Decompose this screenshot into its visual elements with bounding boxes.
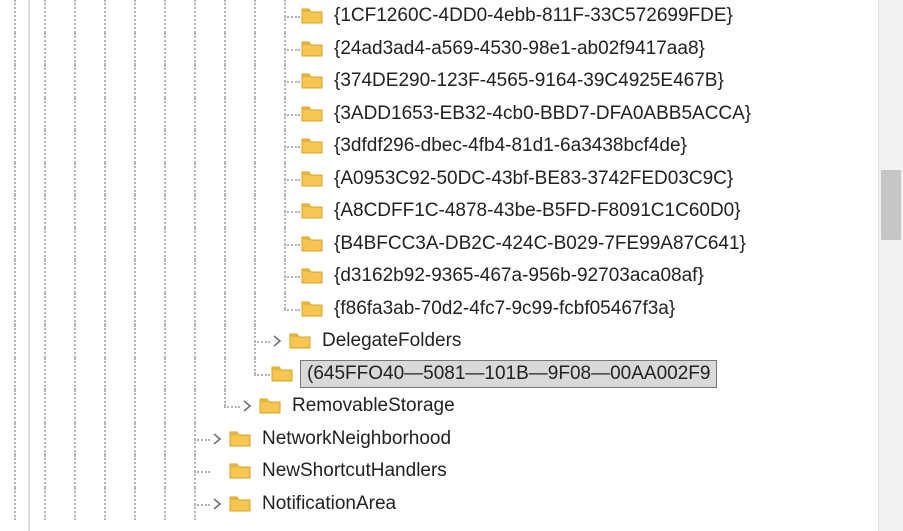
tree-row[interactable]: {B4BFCC3A-DB2C-424C-B029-7FE99A87C641} (0, 228, 873, 261)
chevron-right-icon[interactable] (238, 390, 256, 423)
tree-label: {3ADD1653-EB32-4cb0-BBD7-DFA0ABB5ACCA} (334, 103, 751, 125)
tree-row-notificationarea[interactable]: NotificationArea (0, 488, 873, 521)
tree-label: RemovableStorage (292, 395, 455, 417)
folder-icon (258, 394, 282, 418)
tree-label: {B4BFCC3A-DB2C-424C-B029-7FE99A87C641} (334, 233, 746, 255)
folder-icon (228, 427, 252, 451)
tree-row-newshortcuthandlers[interactable]: NewShortcutHandlers (0, 455, 873, 488)
folder-icon (300, 69, 324, 93)
tree-label: DelegateFolders (322, 330, 461, 352)
tree-row[interactable]: {A0953C92-50DC-43bf-BE83-3742FED03C9C} (0, 163, 873, 196)
tree-label: {1CF1260C-4DD0-4ebb-811F-33C572699FDE} (334, 5, 733, 27)
tree-row-removablestorage[interactable]: RemovableStorage (0, 390, 873, 423)
folder-icon (270, 362, 294, 386)
chevron-right-icon[interactable] (268, 325, 286, 358)
tree-row[interactable]: {374DE290-123F-4565-9164-39C4925E467B} (0, 65, 873, 98)
folder-icon (228, 459, 252, 483)
folder-icon (228, 492, 252, 516)
scrollbar-thumb[interactable] (881, 170, 901, 240)
tree-row[interactable]: {1CF1260C-4DD0-4ebb-811F-33C572699FDE} (0, 0, 873, 33)
folder-icon (300, 134, 324, 158)
tree-row-new-key[interactable]: (645FFO40—5081—101B—9F08—00AA002F9 (0, 358, 873, 391)
folder-icon (300, 232, 324, 256)
tree-row-delegatefolders[interactable]: DelegateFolders (0, 325, 873, 358)
tree-label: {3dfdf296-dbec-4fb4-81d1-6a3438bcf4de} (334, 135, 687, 157)
tree-label: NewShortcutHandlers (262, 460, 447, 482)
tree-row[interactable]: {d3162b92-9365-467a-956b-92703aca08af} (0, 260, 873, 293)
tree-rename-input[interactable]: (645FFO40—5081—101B—9F08—00AA002F9 (300, 360, 717, 388)
folder-icon (300, 167, 324, 191)
folder-icon (300, 199, 324, 223)
tree-label: {A0953C92-50DC-43bf-BE83-3742FED03C9C} (334, 168, 733, 190)
folder-icon (300, 264, 324, 288)
tree-label: NetworkNeighborhood (262, 428, 451, 450)
tree-row[interactable]: {3ADD1653-EB32-4cb0-BBD7-DFA0ABB5ACCA} (0, 98, 873, 131)
chevron-right-icon[interactable] (208, 423, 226, 456)
tree-label: {f86fa3ab-70d2-4fc7-9c99-fcbf05467f3a} (334, 298, 675, 320)
registry-tree[interactable]: {1CF1260C-4DD0-4ebb-811F-33C572699FDE} {… (0, 0, 873, 531)
tree-label: NotificationArea (262, 493, 396, 515)
tree-row[interactable]: {3dfdf296-dbec-4fb4-81d1-6a3438bcf4de} (0, 130, 873, 163)
tree-row[interactable]: {A8CDFF1C-4878-43be-B5FD-F8091C1C60D0} (0, 195, 873, 228)
folder-icon (288, 329, 312, 353)
chevron-right-icon[interactable] (208, 488, 226, 521)
tree-label: {A8CDFF1C-4878-43be-B5FD-F8091C1C60D0} (334, 200, 741, 222)
chevron-placeholder (208, 455, 226, 488)
vertical-scrollbar[interactable] (878, 0, 903, 531)
folder-icon (300, 297, 324, 321)
tree-row[interactable]: {f86fa3ab-70d2-4fc7-9c99-fcbf05467f3a} (0, 293, 873, 326)
tree-row[interactable]: {24ad3ad4-a569-4530-98e1-ab02f9417aa8} (0, 33, 873, 66)
tree-label: {d3162b92-9365-467a-956b-92703aca08af} (334, 265, 704, 287)
folder-icon (300, 37, 324, 61)
folder-icon (300, 102, 324, 126)
tree-row-networkneighborhood[interactable]: NetworkNeighborhood (0, 423, 873, 456)
folder-icon (300, 4, 324, 28)
tree-label: {374DE290-123F-4565-9164-39C4925E467B} (334, 70, 724, 92)
tree-label: {24ad3ad4-a569-4530-98e1-ab02f9417aa8} (334, 38, 705, 60)
